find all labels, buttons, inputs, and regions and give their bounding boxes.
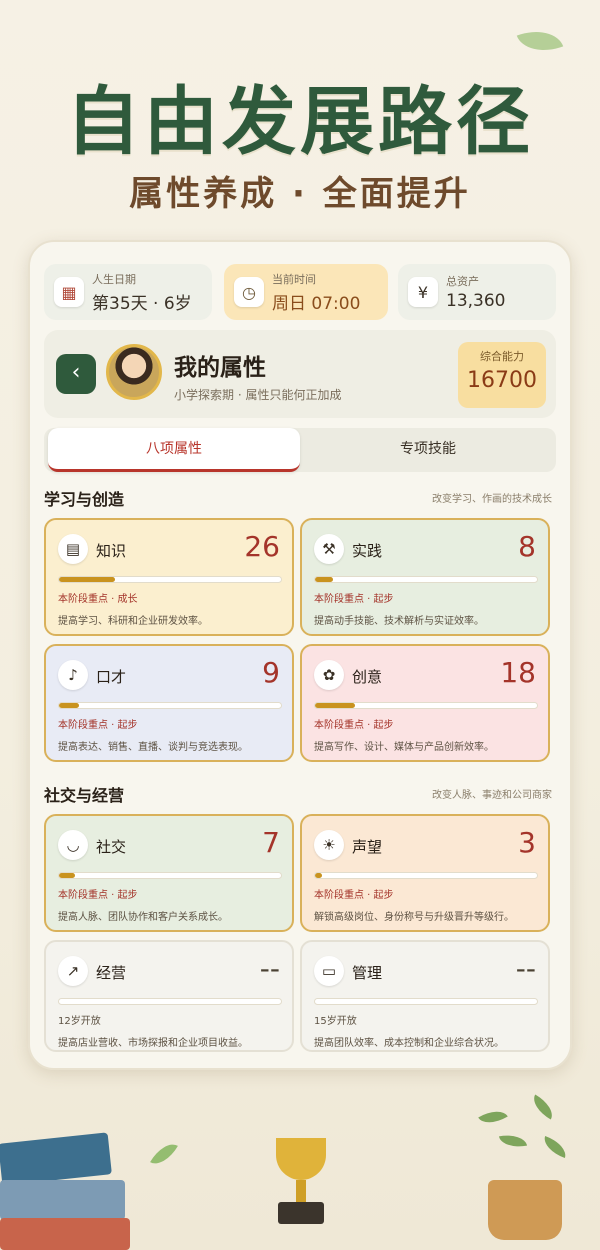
power-value: 16700 [467, 368, 537, 393]
handshake-icon: ◡ [58, 830, 88, 860]
section-note-social: 改变人脉、事迹和公司商家 [432, 790, 552, 801]
attribute-description: 提高人脉、团队协作和客户关系成长。 [58, 912, 228, 923]
hero-subtitle: 属性养成 · 全面提升 [129, 174, 471, 214]
potted-plant-icon [470, 1090, 580, 1240]
clock-icon: ◷ [234, 277, 264, 307]
attribute-value: 9 [262, 656, 280, 689]
attribute-name: 知识 [96, 542, 127, 560]
attribute-progress-bar [58, 998, 282, 1005]
section-title-study: 学习与创造 [44, 490, 125, 509]
stat-total-assets: ¥ 总资产 13,360 [398, 264, 556, 320]
attribute-description: 提高团队效率、成本控制和企业综合状况。 [314, 1038, 504, 1049]
attribute-name: 口才 [96, 668, 127, 686]
attribute-stage: 本阶段重点 · 成长 [58, 594, 138, 605]
overall-power-badge: 综合能力 16700 [458, 342, 546, 408]
chevron-left-icon: ‹ [71, 360, 81, 385]
attribute-stage: 15岁开放 [314, 1016, 357, 1027]
trophy-icon [266, 1138, 336, 1228]
attribute-stage: 12岁开放 [58, 1016, 101, 1027]
attribute-card[interactable]: ✿ 创意 18 本阶段重点 · 起步 提高写作、设计、媒体与产品创新效率。 [300, 644, 550, 762]
attribute-card[interactable]: ☀ 声望 3 本阶段重点 · 起步 解锁高级岗位、身份称号与升级晋升等级行。 [300, 814, 550, 932]
attribute-card[interactable]: ▭ 管理 -- 15岁开放 提高团队效率、成本控制和企业综合状况。 [300, 940, 550, 1052]
stat-value: 第35天 · 6岁 [92, 293, 192, 314]
stat-label: 人生日期 [92, 272, 136, 286]
attribute-card[interactable]: ▤ 知识 26 本阶段重点 · 成长 提高学习、科研和企业研发效率。 [44, 518, 294, 636]
attribute-progress-bar [314, 872, 538, 879]
sun-icon: ☀ [314, 830, 344, 860]
attribute-progress-bar [314, 702, 538, 709]
section-note-study: 改变学习、作画的技术成长 [432, 494, 552, 505]
yen-icon: ¥ [408, 277, 438, 307]
attribute-stage: 本阶段重点 · 起步 [58, 890, 138, 901]
attribute-description: 提高学习、科研和企业研发效率。 [58, 616, 208, 627]
attribute-name: 声望 [352, 838, 383, 856]
attribute-progress-bar [58, 576, 282, 583]
attribute-progress-bar [58, 702, 282, 709]
tab-eight-attributes[interactable]: 八项属性 [48, 428, 300, 472]
attribute-name: 经营 [96, 964, 127, 982]
clipboard-icon: ▭ [314, 956, 344, 986]
attribute-value: -- [259, 952, 280, 985]
attribute-stage: 本阶段重点 · 起步 [314, 720, 394, 731]
leaf-decoration-icon [150, 1137, 178, 1171]
attribute-description: 提高店业营收、市场探报和企业项目收益。 [58, 1038, 248, 1049]
attribute-name: 实践 [352, 542, 383, 560]
stat-value: 周日 07:00 [272, 293, 361, 314]
leaf-decoration-icon [516, 21, 564, 61]
palette-icon: ✿ [314, 660, 344, 690]
attribute-stage: 本阶段重点 · 起步 [314, 594, 394, 605]
tab-bar: 八项属性 专项技能 [44, 428, 556, 472]
tab-special-skills[interactable]: 专项技能 [300, 428, 556, 472]
attribute-card[interactable]: ↗ 经营 -- 12岁开放 提高店业营收、市场探报和企业项目收益。 [44, 940, 294, 1052]
attribute-progress-bar [58, 872, 282, 879]
attribute-stage: 本阶段重点 · 起步 [58, 720, 138, 731]
attribute-name: 管理 [352, 964, 383, 982]
page-title: 我的属性 [174, 355, 266, 381]
attribute-card[interactable]: ⚒ 实践 8 本阶段重点 · 起步 提高动手技能、技术解析与实证效率。 [300, 518, 550, 636]
attribute-value: -- [515, 952, 536, 985]
attribute-progress-bar [314, 576, 538, 583]
calendar-icon: ▦ [54, 277, 84, 307]
microphone-icon: ♪ [58, 660, 88, 690]
profile-header: ‹ 我的属性 小学探索期 · 属性只能何正加成 综合能力 16700 [44, 330, 556, 418]
attribute-value: 7 [262, 826, 280, 859]
attribute-name: 创意 [352, 668, 383, 686]
stat-value: 13,360 [446, 291, 506, 311]
avatar [106, 344, 162, 400]
attribute-progress-bar [314, 998, 538, 1005]
back-button[interactable]: ‹ [56, 354, 96, 394]
profile-subtitle: 小学探索期 · 属性只能何正加成 [174, 388, 342, 402]
attribute-stage: 本阶段重点 · 起步 [314, 890, 394, 901]
power-label: 综合能力 [480, 350, 524, 363]
attribute-name: 社交 [96, 838, 127, 856]
attribute-description: 解锁高级岗位、身份称号与升级晋升等级行。 [314, 912, 514, 923]
attributes-panel: ▦ 人生日期 第35天 · 6岁 ◷ 当前时间 周日 07:00 ¥ 总资产 1… [28, 240, 572, 1070]
attribute-card[interactable]: ♪ 口才 9 本阶段重点 · 起步 提高表达、销售、直播、谈判与竞选表现。 [44, 644, 294, 762]
chart-icon: ↗ [58, 956, 88, 986]
stat-current-time: ◷ 当前时间 周日 07:00 [224, 264, 388, 320]
tools-icon: ⚒ [314, 534, 344, 564]
attribute-value: 8 [518, 530, 536, 563]
section-title-social: 社交与经营 [44, 786, 125, 805]
attribute-description: 提高动手技能、技术解析与实证效率。 [314, 616, 484, 627]
attribute-value: 26 [244, 530, 280, 563]
stat-label: 当前时间 [272, 272, 316, 286]
stat-life-date: ▦ 人生日期 第35天 · 6岁 [44, 264, 212, 320]
stat-label: 总资产 [446, 275, 479, 288]
books-icon: ▤ [58, 534, 88, 564]
books-decoration-icon [0, 1120, 130, 1250]
attribute-value: 3 [518, 826, 536, 859]
attribute-card[interactable]: ◡ 社交 7 本阶段重点 · 起步 提高人脉、团队协作和客户关系成长。 [44, 814, 294, 932]
hero-title: 自由发展路径 [66, 79, 534, 165]
attribute-description: 提高表达、销售、直播、谈判与竞选表现。 [58, 742, 248, 753]
attribute-description: 提高写作、设计、媒体与产品创新效率。 [314, 742, 494, 753]
attribute-value: 18 [500, 656, 536, 689]
